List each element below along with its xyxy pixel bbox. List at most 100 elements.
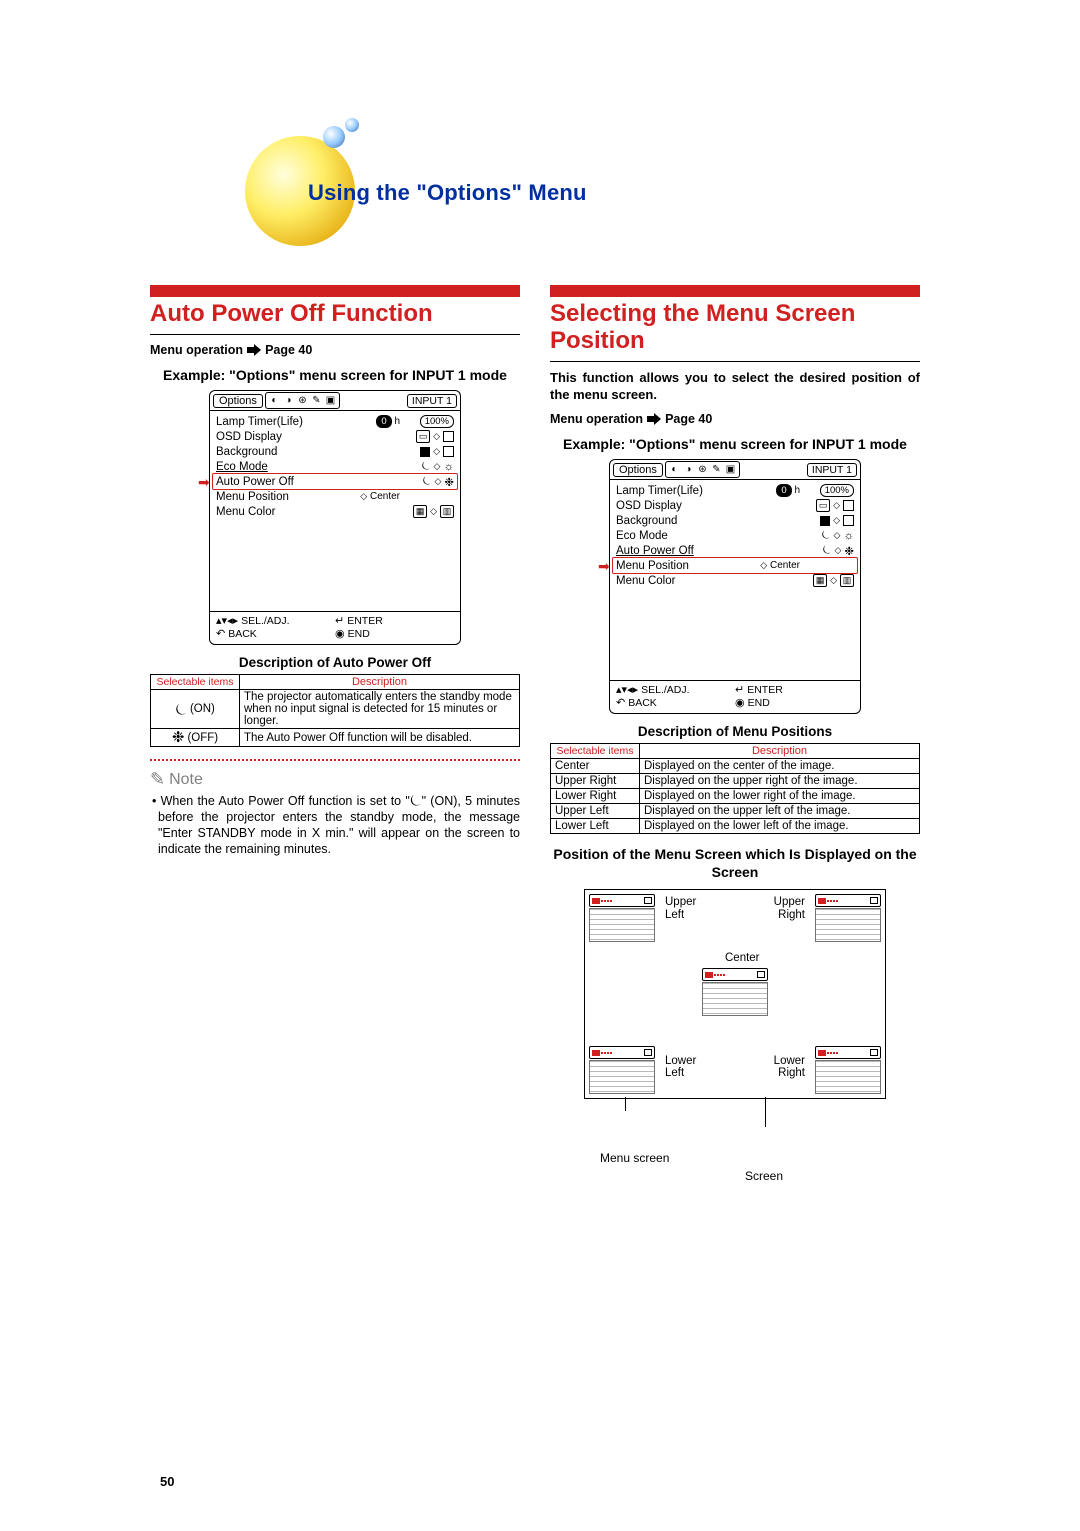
td-desc: Displayed on the lower right of the imag… [640, 789, 920, 804]
columns: Auto Power Off Function Menu operation P… [150, 130, 930, 1139]
td-item: Upper Left [551, 804, 640, 819]
osd-row-menucolor: Menu Color ▦◇▥ [216, 504, 454, 519]
apo-on-icon: ⏾ [822, 544, 831, 557]
note-heading: ✎ Note [150, 769, 520, 790]
diagram-label-center: Center [725, 952, 760, 965]
back-icon: ↶ [616, 696, 625, 709]
osd-label: Lamp Timer(Life) [216, 416, 316, 428]
td-desc: The Auto Power Off function will be disa… [240, 729, 520, 747]
right-column: Selecting the Menu Screen Position This … [550, 285, 920, 1139]
th-description: Description [240, 675, 520, 690]
osd-val: ▭◇ [404, 430, 454, 443]
osd-body: Lamp Timer(Life) 0 h 100% OSD Display ▭◇… [610, 480, 860, 680]
diamond-icon: ◇ [833, 500, 840, 511]
eco-off-icon: ☼ [443, 461, 454, 473]
osd-icon-4: ✎ [310, 394, 323, 407]
osd-icon-3: ⊛ [296, 394, 309, 407]
td-desc: The projector automatically enters the s… [240, 690, 520, 729]
table-menupos: Selectable items Description CenterDispl… [550, 743, 920, 834]
osd-label: Lamp Timer(Life) [616, 485, 716, 497]
osd-lamp-hours: 0 h [316, 415, 404, 428]
back-icon: ↶ [216, 627, 225, 640]
diagram-menu-center [702, 968, 768, 1016]
desc-heading-left: Description of Auto Power Off [150, 655, 520, 670]
arrow-right-icon [247, 345, 261, 355]
menu-operation-ref-right: Menu operation Page 40 [550, 412, 920, 426]
osd-icon-2: ◑ [682, 463, 695, 476]
screen-on-icon: ▭ [816, 499, 830, 512]
osd-row-eco: Eco Mode ⏾◇☼ [616, 528, 854, 543]
diamond-icon: ◇ [360, 491, 367, 501]
osd-label: Auto Power Off [616, 545, 716, 557]
table-header-row: Selectable items Description [151, 675, 520, 690]
bg-black-icon [420, 447, 430, 457]
diagram-menu-lower-right [815, 1046, 881, 1094]
page-number: 50 [160, 1474, 174, 1489]
osd-tab-icons: ◐ ◑ ⊛ ✎ ▣ [265, 392, 340, 409]
th-description: Description [640, 744, 920, 759]
apo-on-icon: ⏾ [422, 475, 431, 488]
osd-row-eco: Eco Mode ⏾◇☼ [216, 459, 454, 474]
diagram-label-lower-right: LowerRight [774, 1055, 805, 1080]
td-desc: Displayed on the upper left of the image… [640, 804, 920, 819]
apo-off-icon: ❉ [444, 475, 454, 489]
osd-val: ◇ Center [316, 491, 404, 502]
color-a-icon: ▦ [813, 574, 827, 587]
th-selectable: Selectable items [551, 744, 640, 759]
osd-val: ⏾◇☼ [404, 460, 454, 473]
diagram-screen: UpperLeft UpperRight Center LowerLeft Lo… [584, 889, 886, 1099]
diagram-menu-upper-right [815, 894, 881, 942]
bg-none-icon [443, 446, 454, 457]
td-item: ❉(OFF) [151, 729, 240, 747]
example-heading-right: Example: "Options" menu screen for INPUT… [550, 436, 920, 454]
td-desc: Displayed on the lower left of the image… [640, 819, 920, 834]
eco-off-icon: ☼ [843, 530, 854, 542]
osd-tab-options: Options [213, 394, 263, 408]
apo-on-icon-inline: ⏾ [410, 792, 422, 809]
diamond-icon: ◇ [434, 461, 441, 472]
nav-arrows-icon: ▴▾◂▸ [216, 614, 238, 627]
osd-row-bg: Background ◇ [216, 444, 454, 459]
menu-operation-label: Menu operation [550, 412, 643, 426]
apo-off-icon: ❉ [844, 544, 854, 558]
osd-label: Background [216, 446, 316, 458]
note-text-part1: • When the Auto Power Off function is se… [152, 794, 410, 808]
osd-row-bg: Background ◇ [616, 513, 854, 528]
section-title-left: Auto Power Off Function [150, 301, 520, 328]
page-title: Using the "Options" Menu [308, 180, 587, 206]
osd-pointer-icon: ➡ [598, 558, 610, 575]
osd-val: ▭◇ [804, 499, 854, 512]
osd-lamp-pct: 100% [420, 415, 454, 428]
osd-icon-5: ▣ [724, 463, 737, 476]
diamond-icon: ◇ [760, 560, 767, 570]
apo-off-icon: ❉ [172, 730, 185, 745]
diagram-callout-screen: Screen [745, 1169, 783, 1183]
color-b-icon: ▥ [440, 505, 454, 518]
menu-operation-label: Menu operation [150, 343, 243, 357]
osd-row-lamp: Lamp Timer(Life) 0 h 100% [616, 483, 854, 498]
section-bar [150, 285, 520, 297]
osd-label: Menu Color [216, 506, 316, 518]
bg-black-icon [820, 516, 830, 526]
osd-icon-4: ✎ [710, 463, 723, 476]
osd-screenshot-left: Options ◐ ◑ ⊛ ✎ ▣ INPUT 1 Lamp Timer(Lif… [209, 390, 461, 645]
table-row: ⏾(ON) The projector automatically enters… [151, 690, 520, 729]
lead-text: This function allows you to select the d… [550, 370, 920, 404]
diamond-icon: ◇ [834, 530, 841, 541]
position-diagram: UpperLeft UpperRight Center LowerLeft Lo… [565, 889, 905, 1139]
note-text: • When the Auto Power Off function is se… [150, 793, 520, 857]
dotted-separator [150, 759, 520, 761]
osd-label: Eco Mode [216, 461, 316, 473]
note-label: Note [169, 771, 203, 789]
diamond-icon: ◇ [433, 431, 440, 442]
diagram-leader-1 [625, 1097, 626, 1111]
osd-label: OSD Display [216, 431, 316, 443]
example-heading-left: Example: "Options" menu screen for INPUT… [150, 367, 520, 385]
diamond-icon: ◇ [834, 545, 841, 556]
osd-footer-enter: ENTER [347, 615, 383, 627]
diamond-icon: ◇ [433, 446, 440, 457]
osd-lamp-hours: 0 h [716, 484, 804, 497]
osd-footer-end: END [348, 628, 370, 640]
diagram-menu-upper-left [589, 894, 655, 942]
osd-label: Eco Mode [616, 530, 716, 542]
